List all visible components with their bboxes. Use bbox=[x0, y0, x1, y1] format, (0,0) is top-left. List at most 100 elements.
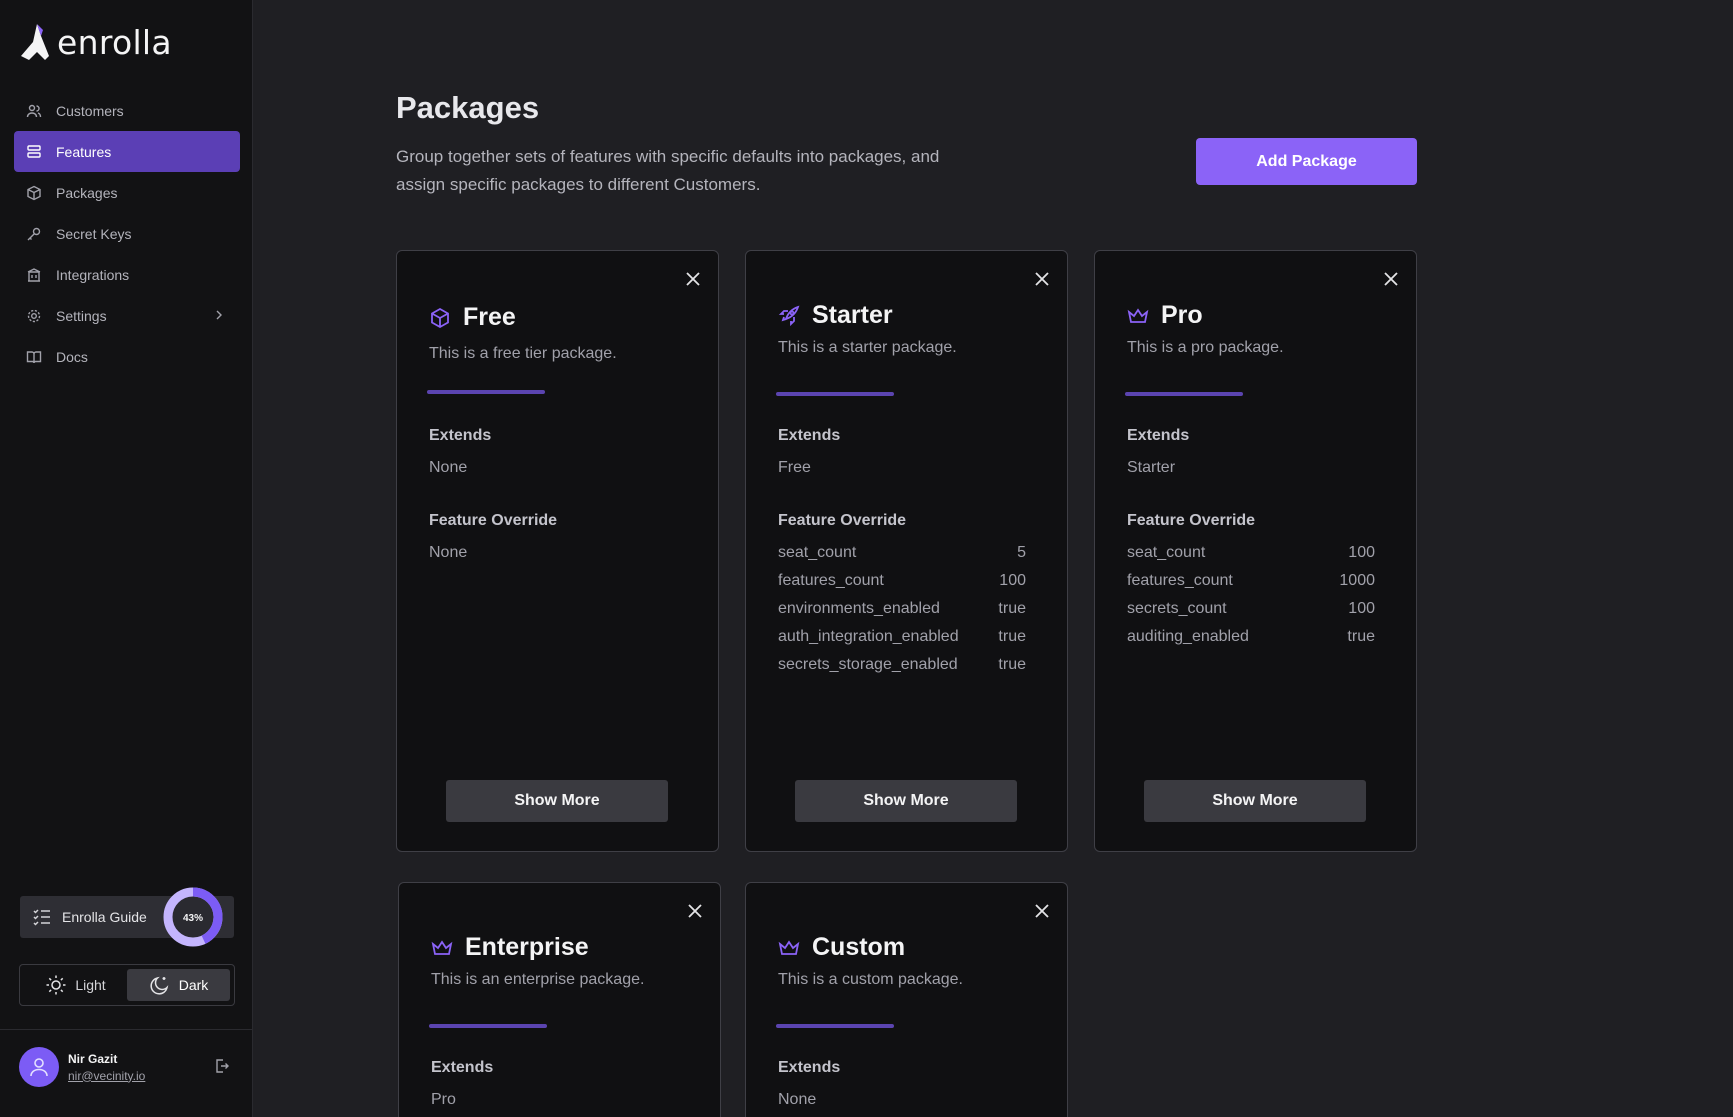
override-key: features_count bbox=[778, 572, 884, 589]
extends-label: Extends bbox=[431, 1059, 494, 1076]
package-description: This is an enterprise package. bbox=[431, 971, 645, 988]
override-value: true bbox=[998, 656, 1026, 673]
sidebar-item-label: Customers bbox=[56, 102, 124, 119]
user-icon bbox=[30, 1058, 48, 1077]
extends-value: Starter bbox=[1127, 459, 1176, 476]
book-icon bbox=[26, 349, 42, 365]
sidebar-item-secret-keys[interactable]: Secret Keys bbox=[14, 213, 240, 254]
divider bbox=[429, 1024, 547, 1028]
override-key: seat_count bbox=[1127, 544, 1206, 561]
show-more-button[interactable]: Show More bbox=[795, 780, 1017, 822]
sidebar-item-label: Packages bbox=[56, 184, 118, 201]
divider bbox=[776, 392, 894, 396]
override-row: seat_count 5 bbox=[778, 544, 1026, 572]
override-row: features_count 100 bbox=[778, 572, 1026, 600]
divider bbox=[427, 390, 545, 394]
override-key: environments_enabled bbox=[778, 600, 940, 617]
guide-label: Enrolla Guide bbox=[62, 909, 147, 925]
sidebar-item-label: Secret Keys bbox=[56, 225, 132, 242]
sidebar: enrolla Customers Features Packages Secr… bbox=[0, 0, 253, 1117]
override-row: environments_enabled true bbox=[778, 600, 1026, 628]
user-profile[interactable]: Nir Gazit nir@vecinity.io bbox=[19, 1047, 145, 1087]
building-icon bbox=[26, 267, 42, 283]
feature-override-value: None bbox=[429, 544, 468, 561]
theme-light-button[interactable]: Light bbox=[24, 969, 127, 1001]
user-email[interactable]: nir@vecinity.io bbox=[68, 1069, 145, 1083]
add-package-button[interactable]: Add Package bbox=[1196, 138, 1417, 185]
enrolla-logo-icon bbox=[21, 24, 49, 60]
crown-icon bbox=[1127, 305, 1149, 327]
sidebar-item-label: Features bbox=[56, 143, 112, 160]
override-row: secrets_count 100 bbox=[1127, 600, 1375, 628]
users-icon bbox=[26, 103, 42, 119]
override-row: seat_count 100 bbox=[1127, 544, 1375, 572]
override-value: 5 bbox=[1017, 544, 1026, 561]
package-card-starter: Starter This is a starter package. Exten… bbox=[745, 250, 1068, 852]
override-value: 100 bbox=[999, 572, 1026, 589]
close-icon[interactable] bbox=[1033, 902, 1051, 920]
show-more-button[interactable]: Show More bbox=[1144, 780, 1366, 822]
override-value: 1000 bbox=[1339, 572, 1375, 589]
moon-icon bbox=[150, 976, 168, 995]
package-card-free: Free This is a free tier package. Extend… bbox=[396, 250, 719, 852]
page-description: Group together sets of features with spe… bbox=[396, 147, 940, 194]
close-icon[interactable] bbox=[1382, 270, 1400, 288]
package-description: This is a free tier package. bbox=[429, 345, 617, 362]
override-value: true bbox=[998, 600, 1026, 617]
sidebar-item-integrations[interactable]: Integrations bbox=[14, 254, 240, 295]
crown-icon bbox=[431, 937, 453, 959]
package-title: Starter bbox=[812, 301, 893, 329]
package-card-enterprise: Enterprise This is an enterprise package… bbox=[398, 882, 721, 1117]
close-icon[interactable] bbox=[686, 902, 704, 920]
package-card-custom: Custom This is a custom package. Extends… bbox=[745, 882, 1068, 1117]
logout-icon[interactable] bbox=[214, 1058, 230, 1074]
theme-dark-button[interactable]: Dark bbox=[127, 969, 230, 1001]
extends-value: None bbox=[429, 459, 468, 476]
theme-light-label: Light bbox=[75, 977, 106, 993]
package-card-pro: Pro This is a pro package. Extends Start… bbox=[1094, 250, 1417, 852]
package-description: This is a pro package. bbox=[1127, 339, 1284, 356]
sidebar-nav: Customers Features Packages Secret Keys … bbox=[14, 90, 240, 377]
sidebar-item-customers[interactable]: Customers bbox=[14, 90, 240, 131]
sun-icon bbox=[46, 975, 66, 995]
divider bbox=[776, 1024, 894, 1028]
sidebar-item-label: Docs bbox=[56, 348, 88, 365]
override-row: features_count 1000 bbox=[1127, 572, 1375, 600]
override-key: features_count bbox=[1127, 572, 1233, 589]
crown-icon bbox=[778, 937, 800, 959]
sidebar-item-label: Settings bbox=[56, 307, 107, 324]
rocket-icon bbox=[778, 305, 800, 327]
close-icon[interactable] bbox=[684, 270, 702, 288]
enrolla-guide-button[interactable]: Enrolla Guide 43% bbox=[20, 887, 234, 947]
sidebar-item-features[interactable]: Features bbox=[14, 131, 240, 172]
extends-label: Extends bbox=[778, 1059, 841, 1076]
close-icon[interactable] bbox=[1033, 270, 1051, 288]
sidebar-item-docs[interactable]: Docs bbox=[14, 336, 240, 377]
override-row: auditing_enabled true bbox=[1127, 628, 1375, 656]
extends-label: Extends bbox=[778, 427, 841, 444]
user-name: Nir Gazit bbox=[68, 1051, 118, 1066]
package-title: Enterprise bbox=[465, 933, 589, 961]
cube-icon bbox=[429, 307, 451, 329]
divider bbox=[0, 1029, 253, 1030]
logo[interactable]: enrolla bbox=[19, 22, 172, 62]
sidebar-item-settings[interactable]: Settings bbox=[14, 295, 240, 336]
feature-override-label: Feature Override bbox=[778, 512, 907, 529]
package-title: Pro bbox=[1161, 301, 1203, 329]
guide-progress-ring: 43% bbox=[163, 887, 223, 947]
feature-override-label: Feature Override bbox=[1127, 512, 1256, 529]
guide-progress-text: 43% bbox=[183, 913, 203, 924]
feature-override-list: seat_count 5 features_count 100 environmen… bbox=[778, 544, 1026, 684]
override-row: auth_integration_enabled true bbox=[778, 628, 1026, 656]
override-value: 100 bbox=[1348, 600, 1375, 617]
extends-value: None bbox=[778, 1091, 817, 1108]
list-icon bbox=[26, 144, 42, 160]
sidebar-item-packages[interactable]: Packages bbox=[14, 172, 240, 213]
gear-icon bbox=[26, 308, 42, 324]
sidebar-item-label: Integrations bbox=[56, 266, 130, 283]
extends-value: Pro bbox=[431, 1091, 456, 1108]
key-icon bbox=[26, 226, 42, 242]
show-more-button[interactable]: Show More bbox=[446, 780, 668, 822]
theme-dark-label: Dark bbox=[178, 977, 209, 993]
override-value: 100 bbox=[1348, 544, 1375, 561]
